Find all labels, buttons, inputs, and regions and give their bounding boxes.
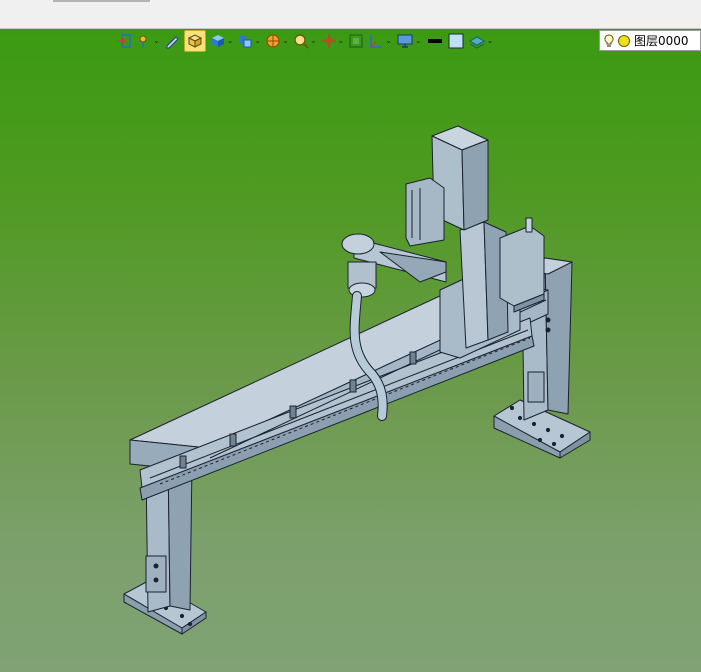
cube-view-icon — [211, 35, 224, 47]
chevron-down-icon[interactable]: ⌄ — [310, 37, 317, 45]
fit-view-icon — [349, 34, 363, 48]
cube-view-button[interactable]: ⌄ — [210, 31, 234, 51]
line-color-icon — [427, 39, 442, 43]
layer-stack-icon — [468, 36, 485, 49]
sketch-pencil-button[interactable] — [164, 31, 180, 51]
view-box-button[interactable] — [183, 30, 206, 52]
chevron-down-icon[interactable]: ⌄ — [153, 37, 160, 45]
layer-name: 图层0000 — [634, 34, 689, 48]
point-icon — [139, 35, 147, 48]
fill-color-button[interactable] — [448, 31, 464, 51]
move-button[interactable]: ⌄ — [321, 31, 345, 51]
pencil-icon — [166, 36, 179, 49]
section-view-icon — [266, 34, 280, 48]
line-color-button[interactable] — [426, 31, 444, 51]
display-style-icon — [239, 36, 252, 48]
view-box-icon — [187, 34, 202, 48]
chevron-down-icon[interactable]: ⌄ — [415, 37, 422, 45]
chevron-down-icon[interactable]: ⌄ — [338, 37, 345, 45]
display-style-button[interactable]: ⌄ — [237, 31, 261, 51]
fill-color-icon — [448, 33, 464, 49]
monitor-button[interactable]: ⌄ — [396, 31, 422, 51]
layer-stack-button[interactable]: ⌄ — [468, 31, 494, 51]
zoom-button[interactable]: ⌄ — [293, 31, 317, 51]
chevron-down-icon[interactable]: ⌄ — [385, 37, 392, 45]
move-icon — [321, 34, 336, 48]
view-toolbar: ⌄ ⌄ ⌄ ⌄ ⌄ ⌄ ⌄ ⌄ ⌄ — [116, 30, 497, 52]
point-tool-button[interactable]: ⌄ — [136, 31, 160, 51]
gantry-robot-model[interactable] — [0, 0, 701, 672]
exit-sketch-icon — [117, 34, 131, 48]
layer-color-icon[interactable] — [617, 34, 631, 48]
bulb-icon[interactable] — [604, 33, 614, 48]
zoom-icon — [294, 34, 309, 49]
cad-application: ⌄ ⌄ ⌄ ⌄ ⌄ ⌄ ⌄ ⌄ ⌄ 图层0000 — [0, 0, 701, 672]
fit-view-button[interactable] — [348, 31, 364, 51]
chevron-down-icon[interactable]: ⌄ — [254, 37, 261, 45]
triad-icon — [370, 35, 383, 48]
section-view-button[interactable]: ⌄ — [265, 31, 289, 51]
chevron-down-icon[interactable]: ⌄ — [487, 37, 494, 45]
tool-arm — [341, 233, 447, 298]
layer-selector[interactable]: 图层0000 — [599, 30, 701, 51]
chevron-down-icon[interactable]: ⌄ — [227, 37, 234, 45]
triad-button[interactable]: ⌄ — [368, 31, 392, 51]
chevron-down-icon[interactable]: ⌄ — [282, 37, 289, 45]
monitor-icon — [397, 34, 413, 48]
exit-sketch-button[interactable] — [116, 31, 132, 51]
